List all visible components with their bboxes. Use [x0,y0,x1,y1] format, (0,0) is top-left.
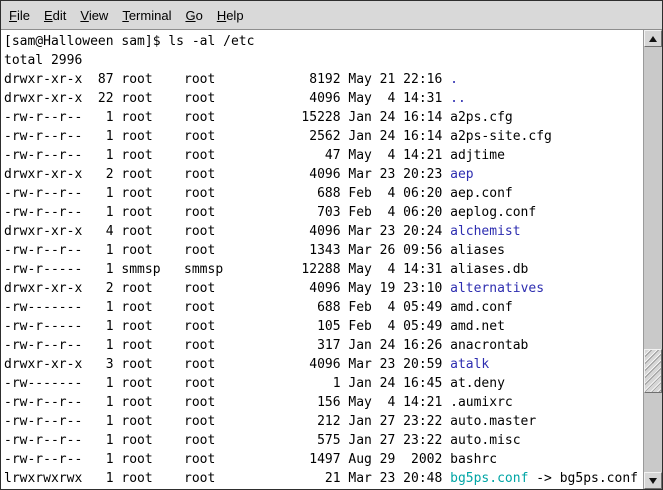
terminal-text: -rw-r--r-- 1 root root 2562 Jan 24 16:14… [4,129,552,144]
terminal-text: -> bg5ps.conf [528,471,638,486]
terminal-text: -rw-r--r-- 1 root root 575 Jan 27 23:22 … [4,433,521,448]
terminal-line: -rw------- 1 root root 1 Jan 24 16:45 at… [4,374,643,393]
terminal-line: drwxr-xr-x 2 root root 4096 Mar 23 20:23… [4,165,643,184]
terminal-text: -rw-r--r-- 1 root root 703 Feb 4 06:20 a… [4,205,536,220]
terminal-line: total 2996 [4,51,643,70]
terminal-text: drwxr-xr-x 3 root root 4096 Mar 23 20:59 [4,357,450,372]
directory-name: atalk [450,357,489,372]
terminal-output[interactable]: [sam@Halloween sam]$ ls -al /etc total 29… [1,30,643,489]
terminal-line: lrwxrwxrwx 1 root root 21 Mar 23 20:48 b… [4,469,643,488]
terminal-line: drwxr-xr-x 22 root root 4096 May 4 14:31… [4,89,643,108]
scroll-down-button[interactable] [644,472,662,489]
arrow-down-icon [649,478,657,484]
directory-name: alternatives [450,281,544,296]
terminal-text: total 2996 [4,53,82,68]
terminal-window: FileEditViewTerminalGoHelp [sam@Hallowee… [0,0,663,490]
terminal-text: -rw-r--r-- 1 root root 156 May 4 14:21 .… [4,395,513,410]
menu-help[interactable]: Help [210,3,251,28]
terminal-line: -rw-r--r-- 1 root root 15228 Jan 24 16:1… [4,108,643,127]
terminal-text: [sam@Halloween sam]$ ls -al /etc [4,34,254,49]
arrow-up-icon [649,36,657,42]
terminal-text: -rw-r--r-- 1 root root 47 May 4 14:21 ad… [4,148,505,163]
directory-name: .. [450,91,466,106]
scrollbar [643,30,662,489]
terminal-line: -rw-r--r-- 1 root root 688 Feb 4 06:20 a… [4,184,643,203]
terminal-text: -rw-r--r-- 1 root root 1497 Aug 29 2002 … [4,452,497,467]
terminal-line: -rw-r--r-- 1 root root 575 Jan 27 23:22 … [4,431,643,450]
menu-edit[interactable]: Edit [37,3,73,28]
terminal-text: -rw-r----- 1 smmsp smmsp 12288 May 4 14:… [4,262,528,277]
menu-go[interactable]: Go [178,3,209,28]
terminal-line: drwxr-xr-x 2 root root 4096 May 19 23:10… [4,279,643,298]
terminal-text: drwxr-xr-x 22 root root 4096 May 4 14:31 [4,91,450,106]
directory-name: . [450,72,458,87]
menu-view[interactable]: View [73,3,115,28]
terminal-line: -rw-r--r-- 1 root root 156 May 4 14:21 .… [4,393,643,412]
terminal-content: [sam@Halloween sam]$ ls -al /etc total 29… [1,30,662,489]
terminal-line: -rw-r----- 1 root root 105 Feb 4 05:49 a… [4,317,643,336]
terminal-line: -rw-r--r-- 1 root root 1497 Aug 29 2002 … [4,450,643,469]
scrollbar-thumb[interactable] [644,349,662,393]
directory-name: alchemist [450,224,520,239]
terminal-line: drwxr-xr-x 87 root root 8192 May 21 22:1… [4,70,643,89]
terminal-text: drwxr-xr-x 4 root root 4096 Mar 23 20:24 [4,224,450,239]
terminal-text: -rw-r--r-- 1 root root 688 Feb 4 06:20 a… [4,186,513,201]
terminal-line: -rw-r--r-- 1 root root 212 Jan 27 23:22 … [4,412,643,431]
terminal-line: -rw-r--r-- 1 root root 317 Jan 24 16:26 … [4,336,643,355]
directory-name: aep [450,167,473,182]
terminal-line: [sam@Halloween sam]$ ls -al /etc [4,32,643,51]
menu-terminal[interactable]: Terminal [115,3,178,28]
terminal-line: -rw-r--r-- 1 root root 47 May 4 14:21 ad… [4,146,643,165]
menu-bar: FileEditViewTerminalGoHelp [1,1,662,30]
scrollbar-track[interactable] [644,47,662,472]
terminal-line: drwxr-xr-x 4 root root 4096 Mar 23 20:24… [4,222,643,241]
terminal-text: -rw-r--r-- 1 root root 317 Jan 24 16:26 … [4,338,528,353]
terminal-text: -rw------- 1 root root 688 Feb 4 05:49 a… [4,300,513,315]
menu-file[interactable]: File [2,3,37,28]
terminal-line: -rw-r--r-- 1 root root 2562 Jan 24 16:14… [4,127,643,146]
scroll-up-button[interactable] [644,30,662,47]
terminal-text: -rw-r--r-- 1 root root 1343 Mar 26 09:56… [4,243,505,258]
terminal-text: lrwxrwxrwx 1 root root 21 Mar 23 20:48 [4,471,450,486]
symlink-name: bg5ps.conf [450,471,528,486]
terminal-text: -rw-r----- 1 root root 105 Feb 4 05:49 a… [4,319,505,334]
terminal-text: -rw-r--r-- 1 root root 15228 Jan 24 16:1… [4,110,513,125]
terminal-text: drwxr-xr-x 87 root root 8192 May 21 22:1… [4,72,450,87]
terminal-text: drwxr-xr-x 2 root root 4096 May 19 23:10 [4,281,450,296]
terminal-text: -rw-r--r-- 1 root root 212 Jan 27 23:22 … [4,414,536,429]
terminal-line: -rw-r--r-- 1 root root 703 Feb 4 06:20 a… [4,203,643,222]
terminal-text: drwxr-xr-x 2 root root 4096 Mar 23 20:23 [4,167,450,182]
terminal-line: -rw------- 1 root root 688 Feb 4 05:49 a… [4,298,643,317]
terminal-line: -rw-r----- 1 smmsp smmsp 12288 May 4 14:… [4,260,643,279]
terminal-line: drwxr-xr-x 3 root root 4096 Mar 23 20:59… [4,355,643,374]
terminal-text: -rw------- 1 root root 1 Jan 24 16:45 at… [4,376,505,391]
terminal-line: -rw-r--r-- 1 root root 1343 Mar 26 09:56… [4,241,643,260]
